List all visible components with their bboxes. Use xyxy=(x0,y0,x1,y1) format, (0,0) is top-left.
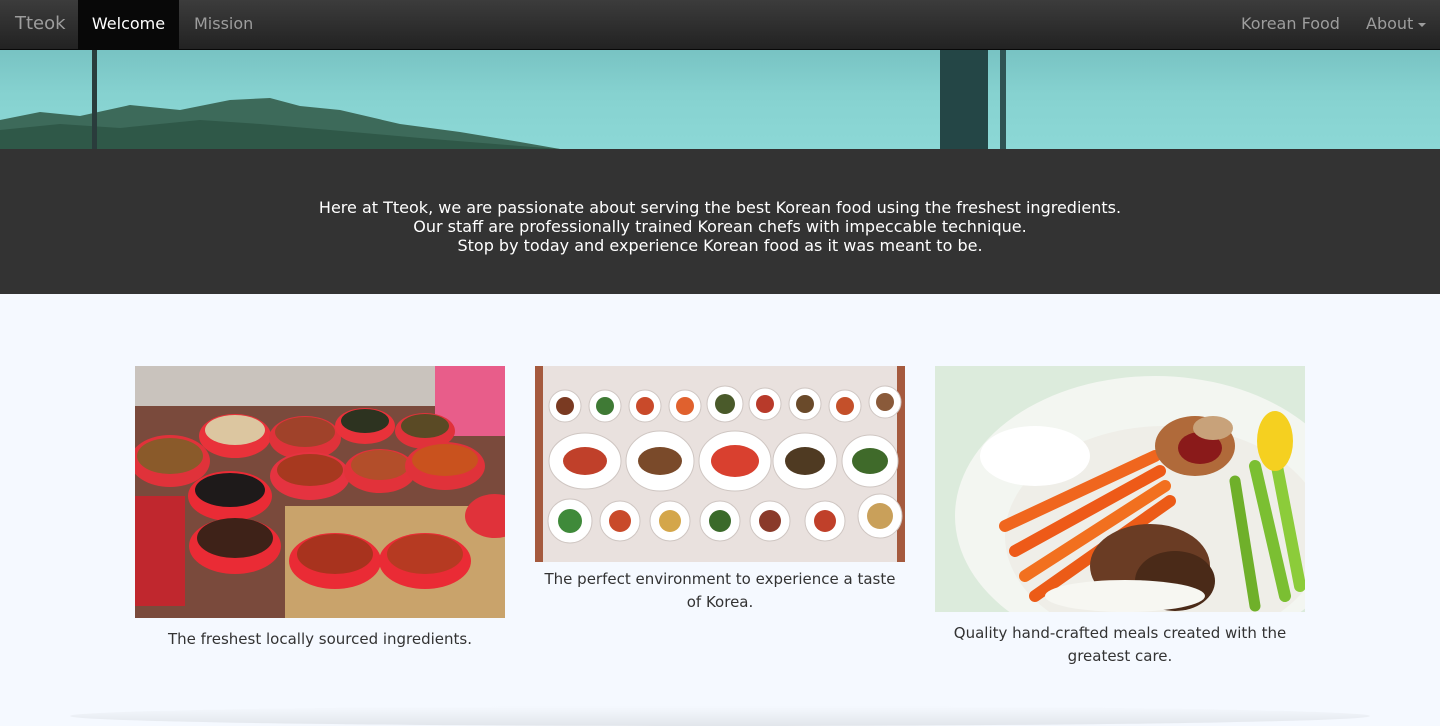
nav-item-about-label: About xyxy=(1366,14,1414,33)
intro-text: Here at Tteok, we are passionate about s… xyxy=(0,198,1440,255)
feature-card-environment: The perfect environment to experience a … xyxy=(535,366,905,614)
hero-landscape-graphic xyxy=(0,50,1006,149)
nav-item-mission[interactable]: Mission xyxy=(194,0,253,50)
caret-down-icon xyxy=(1418,22,1427,27)
nav-item-about-dropdown[interactable]: About xyxy=(1366,0,1427,50)
nav-item-korean-food[interactable]: Korean Food xyxy=(1241,0,1340,50)
feature-card-ingredients: The freshest locally sourced ingredients… xyxy=(135,366,505,651)
intro-line-2: Our staff are professionally trained Kor… xyxy=(413,217,1027,236)
top-navbar: Tteok Welcome Mission Korean Food About xyxy=(0,0,1440,50)
brand-link[interactable]: Tteok xyxy=(15,0,66,50)
hero-banner-image xyxy=(0,50,1440,149)
bibimbap-image xyxy=(935,366,1305,612)
market-ingredients-image xyxy=(135,366,505,618)
footer-shadow xyxy=(70,706,1370,726)
intro-section: Here at Tteok, we are passionate about s… xyxy=(0,149,1440,294)
feature-caption-meals: Quality hand-crafted meals created with … xyxy=(953,624,1287,665)
feature-caption-environment: The perfect environment to experience a … xyxy=(544,570,896,611)
table-spread-image xyxy=(535,366,905,562)
intro-line-1: Here at Tteok, we are passionate about s… xyxy=(318,198,1122,217)
feature-card-meals: Quality hand-crafted meals created with … xyxy=(935,366,1305,668)
nav-item-welcome[interactable]: Welcome xyxy=(78,0,179,50)
intro-line-3: Stop by today and experience Korean food… xyxy=(457,236,983,255)
feature-caption-ingredients: The freshest locally sourced ingredients… xyxy=(167,630,473,648)
